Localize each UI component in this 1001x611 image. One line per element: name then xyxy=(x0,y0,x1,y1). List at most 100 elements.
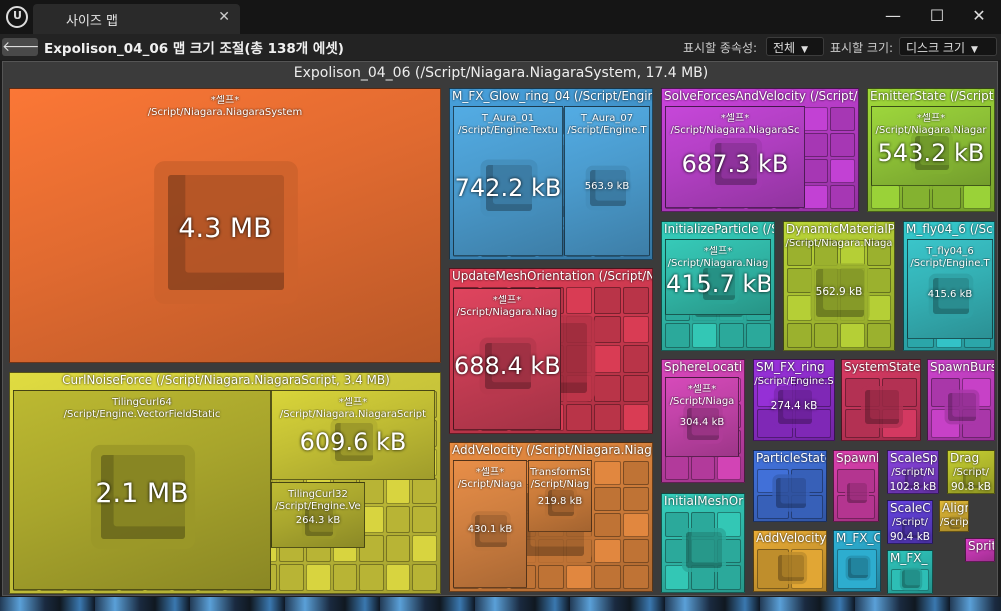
treemap-subcell[interactable] xyxy=(594,487,621,511)
treemap-subcell[interactable] xyxy=(594,316,621,344)
treemap-subcell[interactable] xyxy=(412,506,437,534)
treemap-node-spawnburst[interactable]: SpawnBurs xyxy=(927,359,995,441)
treemap-subcell[interactable] xyxy=(691,565,715,590)
treemap-subcell[interactable] xyxy=(802,133,828,157)
treemap-node-smfx[interactable]: SM_FX_ring/Script/Engine.S 274.4 kB xyxy=(753,359,835,441)
treemap-subcell[interactable] xyxy=(622,403,649,431)
treemap-subcell[interactable] xyxy=(866,295,891,321)
treemap-node-drag[interactable]: Drag/Script/90.8 kB xyxy=(947,450,995,494)
treemap-node-initmesh[interactable]: InitialMeshOr xyxy=(661,493,745,593)
treemap-subcell[interactable] xyxy=(692,322,717,348)
treemap-subcell[interactable] xyxy=(802,185,828,209)
dependency-dropdown[interactable]: 전체 ▼ xyxy=(766,37,824,56)
treemap-subcell[interactable] xyxy=(829,185,855,209)
treemap-subcell[interactable] xyxy=(691,456,715,480)
treemap-subcell[interactable] xyxy=(962,185,991,209)
window-close-button[interactable]: ✕ xyxy=(966,4,992,28)
treemap-subcell[interactable] xyxy=(594,374,621,402)
treemap-subcell[interactable] xyxy=(622,374,649,402)
minimize-button[interactable]: — xyxy=(880,4,906,28)
treemap-subcell[interactable] xyxy=(385,564,411,591)
treemap-node-updatemesh-self[interactable]: *셀프*/Script/Niagara.Niag 688.4 kB xyxy=(453,288,561,430)
treemap-subcell[interactable] xyxy=(665,565,689,590)
treemap-node-align[interactable]: Align/Scrip xyxy=(939,500,969,532)
size-dropdown[interactable]: 디스크 크기 ▼ xyxy=(899,37,997,56)
treemap-subcell[interactable] xyxy=(566,565,593,589)
treemap-node-mfxc[interactable]: M_FX_C xyxy=(833,530,881,592)
treemap-node-solve-self[interactable]: *셀프*/Script/Niagara.NiagaraSc 687.3 kB xyxy=(665,106,805,208)
treemap-subcell[interactable] xyxy=(802,107,828,131)
treemap-subcell[interactable] xyxy=(622,461,649,485)
treemap-node-scalesp[interactable]: ScaleSp/Script/N 102.8 kB xyxy=(887,450,939,494)
tab-close-icon[interactable]: ✕ xyxy=(218,9,230,25)
treemap-subcell[interactable] xyxy=(840,322,865,348)
treemap-node-emitter-self[interactable]: *셀프*/Script/Niagara.Niagar 543.2 kB xyxy=(871,106,991,186)
treemap-subcell[interactable] xyxy=(622,345,649,373)
treemap-subcell[interactable] xyxy=(412,535,437,563)
treemap-node-initpart-self[interactable]: *셀프*/Script/Niagara.Niag 415.7 kB xyxy=(665,239,771,315)
treemap-node-fly-tex[interactable]: T_fly04_6/Script/Engine.T 415.6 kB xyxy=(907,239,993,339)
treemap-subcell[interactable] xyxy=(594,287,621,315)
treemap-node-addvel2[interactable]: AddVelocity xyxy=(753,530,827,592)
treemap-subcell[interactable] xyxy=(412,477,437,505)
treemap-subcell[interactable] xyxy=(829,107,855,131)
treemap-subcell[interactable] xyxy=(385,477,411,505)
treemap-subcell[interactable] xyxy=(594,565,621,589)
treemap-node-mfx[interactable]: M_FX_ xyxy=(887,550,933,594)
treemap-subcell[interactable] xyxy=(566,403,593,431)
treemap-subcell[interactable] xyxy=(665,322,690,348)
treemap-subcell[interactable] xyxy=(622,539,649,563)
treemap-subcell[interactable] xyxy=(787,295,812,321)
treemap-subcell[interactable] xyxy=(566,287,593,315)
treemap-subcell[interactable] xyxy=(594,403,621,431)
treemap-subcell[interactable] xyxy=(594,461,621,485)
treemap-subcell[interactable] xyxy=(622,513,649,537)
treemap-subcell[interactable] xyxy=(279,564,304,591)
treemap-subcell[interactable] xyxy=(385,506,411,534)
treemap-node-sphere-self[interactable]: *셀프*/Script/Niaga 304.4 kB xyxy=(665,377,739,457)
treemap-subcell[interactable] xyxy=(787,322,812,348)
treemap-subcell[interactable] xyxy=(332,564,358,591)
treemap-node-sprite[interactable]: Sprit xyxy=(965,538,995,562)
treemap-subcell[interactable] xyxy=(594,539,621,563)
treemap-subcell[interactable] xyxy=(813,322,838,348)
treemap-subcell[interactable] xyxy=(717,456,741,480)
treemap-node-spawnr[interactable]: SpawnR xyxy=(833,450,879,522)
treemap-subcell[interactable] xyxy=(594,513,621,537)
treemap-subcell[interactable] xyxy=(802,159,828,183)
treemap-subcell[interactable] xyxy=(622,487,649,511)
treemap-node-tiling32[interactable]: TilingCurl32/Script/Engine.Ve 264.3 kB xyxy=(271,482,365,548)
treemap-subcell[interactable] xyxy=(746,322,771,348)
treemap-subcell[interactable] xyxy=(622,565,649,589)
treemap-node-sysstate[interactable]: SystemState xyxy=(841,359,921,441)
treemap-node-partstate[interactable]: ParticleState xyxy=(753,450,827,522)
treemap-node-curl-self[interactable]: *셀프*/Script/Niagara.NiagaraScript 609.6 k… xyxy=(271,390,435,480)
treemap-subcell[interactable] xyxy=(866,322,891,348)
treemap-subcell[interactable] xyxy=(901,185,930,209)
treemap-subcell[interactable] xyxy=(719,322,744,348)
treemap-subcell[interactable] xyxy=(871,185,900,209)
treemap-subcell[interactable] xyxy=(717,565,741,590)
treemap-node-tiling64[interactable]: TilingCurl64/Script/Engine.VectorFieldSt… xyxy=(13,390,271,590)
treemap-node-scalec[interactable]: ScaleC/Script/90.4 kB xyxy=(887,500,933,544)
treemap-subcell[interactable] xyxy=(932,185,961,209)
treemap-node-dynmat[interactable]: DynamicMaterialP/Script/Niagara.Niaga 562… xyxy=(783,221,895,351)
treemap-subcell[interactable] xyxy=(829,133,855,157)
treemap-subcell[interactable] xyxy=(622,287,649,315)
tab-size-map[interactable]: 사이즈 맵 ✕ xyxy=(33,4,240,34)
maximize-button[interactable]: ☐ xyxy=(924,4,950,28)
treemap-subcell[interactable] xyxy=(359,564,384,591)
treemap-node-aura01[interactable]: T_Aura_01/Script/Engine.Textu 742.2 kB xyxy=(453,106,563,256)
treemap-subcell[interactable] xyxy=(385,535,411,563)
treemap-node-transform[interactable]: TransformSt/Script/Niag 219.8 kB xyxy=(528,460,592,532)
treemap-node-aura07[interactable]: T_Aura_07/Script/Engine.T 563.9 kB xyxy=(564,106,650,256)
treemap-subcell[interactable] xyxy=(622,316,649,344)
treemap-subcell[interactable] xyxy=(305,564,331,591)
treemap-node-addvel-self[interactable]: *셀프*/Script/Niaga 430.1 kB xyxy=(453,460,527,588)
back-button[interactable]: 🡐 xyxy=(2,38,40,56)
treemap-subcell[interactable] xyxy=(829,159,855,183)
treemap-subcell[interactable] xyxy=(665,456,689,480)
treemap-subcell[interactable] xyxy=(594,345,621,373)
treemap-subcell[interactable] xyxy=(412,564,437,591)
treemap-subcell[interactable] xyxy=(537,565,565,589)
